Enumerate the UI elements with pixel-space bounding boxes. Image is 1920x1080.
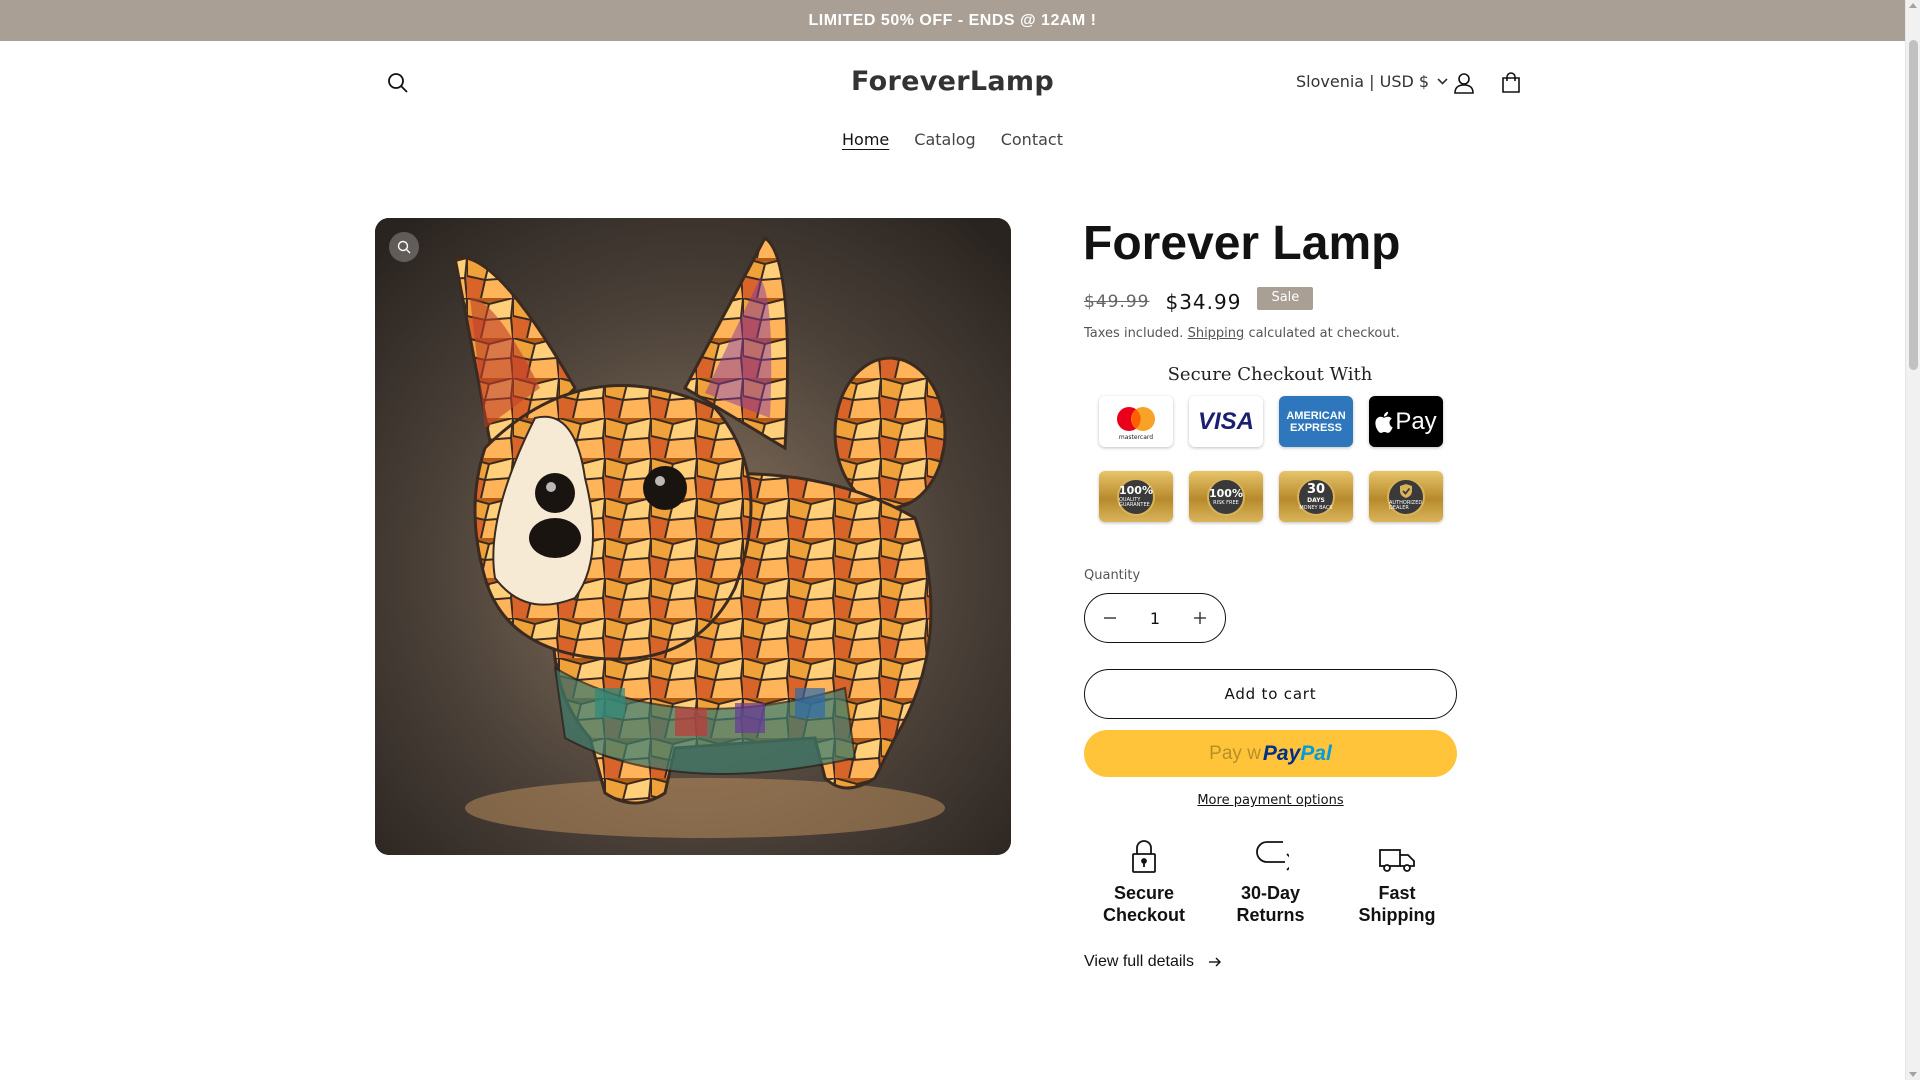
zoom-icon xyxy=(397,240,411,254)
minus-icon xyxy=(1104,617,1116,619)
badge-value: 100% xyxy=(1119,484,1153,497)
badge-caption: QUALITY GUARANTEE xyxy=(1119,497,1150,508)
feature-list: Secure Checkout 30-Day Returns Fast Shippin… xyxy=(1084,836,1457,926)
corgi-lamp-illustration xyxy=(375,218,1011,855)
badge-caption: AUTHORIZED DEALER xyxy=(1389,499,1423,511)
product-image[interactable] xyxy=(375,218,1011,855)
mastercard-text: mastercard xyxy=(1119,434,1153,441)
authorized-dealer-badge: AUTHORIZED DEALER xyxy=(1369,471,1443,522)
view-full-details-link[interactable]: View full details xyxy=(1084,953,1221,971)
paypal-button[interactable]: Pay w PayPal xyxy=(1084,730,1457,777)
quantity-stepper xyxy=(1084,593,1226,643)
badge-value: 30 xyxy=(1306,481,1326,497)
feature-line1: Fast xyxy=(1378,883,1416,903)
feature-line1: 30-Day xyxy=(1240,883,1301,903)
shipping-link[interactable]: Shipping xyxy=(1188,326,1245,341)
apple-pay-text: Pay xyxy=(1395,407,1437,435)
nav-home[interactable]: Home xyxy=(842,128,889,151)
feature-line1: Secure xyxy=(1113,883,1175,903)
arrow-right-icon xyxy=(1208,957,1221,967)
paypal-logo: PayPal xyxy=(1263,742,1332,766)
feature-shipping: Fast Shipping xyxy=(1337,836,1457,926)
mastercard-icon: mastercard xyxy=(1117,406,1155,441)
quantity-increase-button[interactable] xyxy=(1187,605,1213,631)
plus-icon xyxy=(1194,612,1206,624)
nav-catalog[interactable]: Catalog xyxy=(914,128,975,151)
amex-text: AMERICAN EXPRESS xyxy=(1286,409,1346,434)
paypal-brand-pay: Pay xyxy=(1262,741,1301,765)
announcement-text: LIMITED 50% OFF - ENDS @ 12AM ! xyxy=(808,11,1097,29)
account-icon xyxy=(1454,73,1474,94)
risk-free-badge: 100% RISK FREE xyxy=(1189,471,1263,522)
store-logo-link[interactable]: ForeverLamp xyxy=(851,66,1054,97)
visa-text: VISA xyxy=(1197,407,1254,435)
checkmark-shield-icon xyxy=(1400,483,1412,498)
payment-trust-grid: mastercard VISA AMERICAN EXPRESS Pay 100… xyxy=(1099,396,1443,522)
quantity-input[interactable] xyxy=(1135,608,1175,628)
more-payment-options-link[interactable]: More payment options xyxy=(1084,793,1457,808)
quantity-label: Quantity xyxy=(1084,568,1141,583)
scrollbar[interactable] xyxy=(1905,0,1920,1080)
mastercard-logo: mastercard xyxy=(1099,396,1173,447)
return-arrow-icon xyxy=(1255,841,1289,871)
cart-button[interactable] xyxy=(1489,61,1533,105)
scrollbar-thumb[interactable] xyxy=(1909,40,1918,370)
store-logo: ForeverLamp xyxy=(0,66,1905,97)
feature-line2: Shipping xyxy=(1358,905,1436,925)
paypal-prefix: Pay w xyxy=(1209,742,1261,764)
nav-contact[interactable]: Contact xyxy=(1001,128,1063,151)
main-nav: Home Catalog Contact xyxy=(0,128,1905,151)
sale-price: $34.99 xyxy=(1165,290,1242,314)
feature-returns: 30-Day Returns xyxy=(1211,836,1331,926)
badge-sub: DAYS xyxy=(1307,496,1325,504)
add-to-cart-button[interactable]: Add to cart xyxy=(1084,669,1457,719)
zoom-button[interactable] xyxy=(389,232,419,262)
feature-line2: Checkout xyxy=(1102,905,1185,925)
secure-checkout-title: Secure Checkout With xyxy=(1167,364,1373,385)
quality-guarantee-badge: 100% QUALITY GUARANTEE xyxy=(1099,471,1173,522)
sale-badge: Sale xyxy=(1257,286,1314,310)
amex-logo: AMERICAN EXPRESS xyxy=(1279,396,1353,447)
scroll-up-icon[interactable] xyxy=(1909,3,1917,8)
quantity-decrease-button[interactable] xyxy=(1097,605,1123,631)
apple-pay-logo: Pay xyxy=(1369,396,1443,447)
cart-icon xyxy=(1502,72,1520,93)
tax-prefix: Taxes included. xyxy=(1084,326,1184,341)
regular-price: $49.99 xyxy=(1084,292,1150,312)
truck-icon xyxy=(1379,849,1415,872)
account-button[interactable] xyxy=(1442,61,1486,105)
apple-icon xyxy=(1375,411,1393,433)
visa-logo: VISA xyxy=(1189,396,1263,447)
money-back-badge: 30 DAYS MONEY BACK xyxy=(1279,471,1353,522)
feature-secure-checkout: Secure Checkout xyxy=(1084,836,1204,926)
view-full-details-label: View full details xyxy=(1084,953,1194,970)
badge-value: 100% xyxy=(1209,486,1243,500)
tax-note: Taxes included. Shipping calculated at c… xyxy=(1084,326,1400,341)
badge-caption: RISK FREE xyxy=(1213,499,1239,506)
scroll-down-icon[interactable] xyxy=(1909,1072,1917,1077)
price-row: $49.99 $34.99 Sale xyxy=(1084,286,1314,314)
product-title: Forever Lamp xyxy=(1083,217,1401,270)
feature-line2: Returns xyxy=(1236,905,1305,925)
tax-suffix: calculated at checkout. xyxy=(1248,326,1400,341)
locale-label: Slovenia | USD $ xyxy=(1296,72,1430,91)
badge-caption: MONEY BACK xyxy=(1299,504,1333,511)
lock-icon xyxy=(1132,840,1156,873)
announcement-bar: LIMITED 50% OFF - ENDS @ 12AM ! xyxy=(0,0,1905,41)
paypal-brand-pal: Pal xyxy=(1300,741,1332,765)
locale-selector[interactable]: Slovenia | USD $ xyxy=(1296,72,1448,91)
